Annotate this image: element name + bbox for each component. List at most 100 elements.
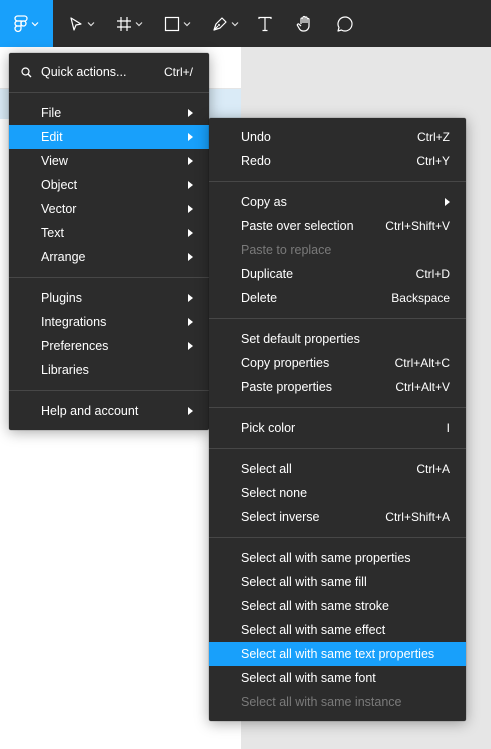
menu-item-pick-color[interactable]: Pick color I: [209, 416, 466, 440]
menu-item-label: Help and account: [41, 404, 139, 418]
menu-item-label: Edit: [41, 130, 63, 144]
menu-item-select-same-text-properties[interactable]: Select all with same text properties: [209, 642, 466, 666]
menu-item-view[interactable]: View: [9, 149, 209, 173]
text-T-icon: [258, 16, 272, 31]
figma-logo-icon: [14, 14, 28, 32]
menu-item-arrange[interactable]: Arrange: [9, 245, 209, 269]
submenu-arrow-icon: [188, 318, 193, 326]
menu-item-select-none[interactable]: Select none: [209, 481, 466, 505]
menu-item-label: Plugins: [41, 291, 82, 305]
search-icon: [21, 67, 32, 78]
menu-divider: [209, 407, 466, 408]
menu-item-libraries[interactable]: Libraries: [9, 358, 209, 382]
hand-icon: [296, 15, 310, 32]
toolbar: [0, 0, 491, 47]
submenu-arrow-icon: [188, 294, 193, 302]
submenu-arrow-icon: [188, 133, 193, 141]
menu-item-vector[interactable]: Vector: [9, 197, 209, 221]
submenu-arrow-icon: [188, 407, 193, 415]
menu-item-shortcut: Ctrl+Z: [417, 130, 450, 144]
pen-tool[interactable]: [206, 0, 244, 47]
menu-item-select-same-stroke[interactable]: Select all with same stroke: [209, 594, 466, 618]
menu-item-select-same-instance: Select all with same instance: [209, 690, 466, 714]
menu-item-select-all[interactable]: Select all Ctrl+A: [209, 457, 466, 481]
comment-tool[interactable]: [332, 0, 358, 47]
menu-item-select-inverse[interactable]: Select inverse Ctrl+Shift+A: [209, 505, 466, 529]
frame-tool[interactable]: [110, 0, 148, 47]
menu-item-shortcut: Ctrl+Shift+V: [385, 219, 450, 233]
menu-item-undo[interactable]: Undo Ctrl+Z: [209, 125, 466, 149]
hash-frame-icon: [116, 16, 131, 31]
menu-item-label: Integrations: [41, 315, 107, 329]
menu-item-label: Select all with same font: [241, 671, 376, 685]
menu-item-label: Undo: [241, 130, 271, 144]
menu-item-select-same-properties[interactable]: Select all with same properties: [209, 546, 466, 570]
menu-item-object[interactable]: Object: [9, 173, 209, 197]
menu-item-label: Arrange: [41, 250, 86, 264]
menu-item-copy-as[interactable]: Copy as: [209, 190, 466, 214]
menu-item-file[interactable]: File: [9, 101, 209, 125]
menu-divider: [209, 181, 466, 182]
submenu-arrow-icon: [188, 157, 193, 165]
pen-icon: [212, 16, 227, 31]
menu-item-duplicate[interactable]: Duplicate Ctrl+D: [209, 262, 466, 286]
menu-item-shortcut: Ctrl+Shift+A: [385, 510, 450, 524]
chevron-down-icon: [31, 21, 39, 26]
menu-item-label: Select all with same text properties: [241, 647, 435, 661]
menu-item-label: Redo: [241, 154, 271, 168]
menu-item-redo[interactable]: Redo Ctrl+Y: [209, 149, 466, 173]
menu-item-label: Set default properties: [241, 332, 360, 346]
menu-item-text[interactable]: Text: [9, 221, 209, 245]
menu-item-shortcut: Ctrl+Y: [416, 154, 450, 168]
menu-item-edit[interactable]: Edit: [9, 125, 209, 149]
menu-item-select-same-effect[interactable]: Select all with same effect: [209, 618, 466, 642]
menu-item-label: View: [41, 154, 68, 168]
menu-item-label: File: [41, 106, 62, 120]
quick-actions-item[interactable]: Quick actions... Ctrl+/: [9, 60, 209, 84]
menu-item-plugins[interactable]: Plugins: [9, 286, 209, 310]
menu-item-label: Pick color: [241, 421, 296, 435]
menu-item-paste-over-selection[interactable]: Paste over selection Ctrl+Shift+V: [209, 214, 466, 238]
menu-item-label: Paste to replace: [241, 243, 332, 257]
main-menu-button[interactable]: [0, 0, 53, 47]
menu-item-delete[interactable]: Delete Backspace: [209, 286, 466, 310]
menu-item-select-same-font[interactable]: Select all with same font: [209, 666, 466, 690]
comment-bubble-icon: [337, 15, 353, 32]
menu-item-label: Select all: [241, 462, 292, 476]
menu-item-integrations[interactable]: Integrations: [9, 310, 209, 334]
menu-item-shortcut: I: [446, 421, 450, 435]
rectangle-icon: [164, 16, 179, 31]
menu-item-help-and-account[interactable]: Help and account: [9, 399, 209, 423]
menu-item-set-default-properties[interactable]: Set default properties: [209, 327, 466, 351]
menu-item-shortcut: Backspace: [391, 291, 450, 305]
submenu-arrow-icon: [188, 181, 193, 189]
menu-item-paste-properties[interactable]: Paste properties Ctrl+Alt+V: [209, 375, 466, 399]
menu-item-preferences[interactable]: Preferences: [9, 334, 209, 358]
pointer-icon: [69, 16, 82, 31]
menu-item-select-same-fill[interactable]: Select all with same fill: [209, 570, 466, 594]
menu-item-label: Paste properties: [241, 380, 333, 394]
quick-actions-label: Quick actions...: [41, 65, 127, 79]
menu-item-label: Select all with same properties: [241, 551, 411, 565]
menu-divider: [9, 277, 209, 278]
menu-item-label: Copy as: [241, 195, 287, 209]
shape-tool[interactable]: [158, 0, 196, 47]
menu-item-copy-properties[interactable]: Copy properties Ctrl+Alt+C: [209, 351, 466, 375]
menu-item-label: Select inverse: [241, 510, 320, 524]
move-tool[interactable]: [62, 0, 100, 47]
menu-item-label: Preferences: [41, 339, 109, 353]
menu-item-label: Libraries: [41, 363, 89, 377]
hand-tool[interactable]: [292, 0, 318, 47]
submenu-arrow-icon: [188, 109, 193, 117]
menu-item-label: Select all with same effect: [241, 623, 386, 637]
menu-divider: [209, 537, 466, 538]
chevron-down-icon: [231, 21, 238, 26]
menu-item-shortcut: Ctrl+D: [415, 267, 450, 281]
menu-divider: [209, 448, 466, 449]
menu-item-label: Text: [41, 226, 64, 240]
submenu-arrow-icon: [188, 205, 193, 213]
edit-submenu: Undo Ctrl+Z Redo Ctrl+Y Copy as Paste over…: [209, 118, 466, 721]
text-tool[interactable]: [252, 0, 278, 47]
submenu-arrow-icon: [188, 342, 193, 350]
menu-item-label: Copy properties: [241, 356, 330, 370]
